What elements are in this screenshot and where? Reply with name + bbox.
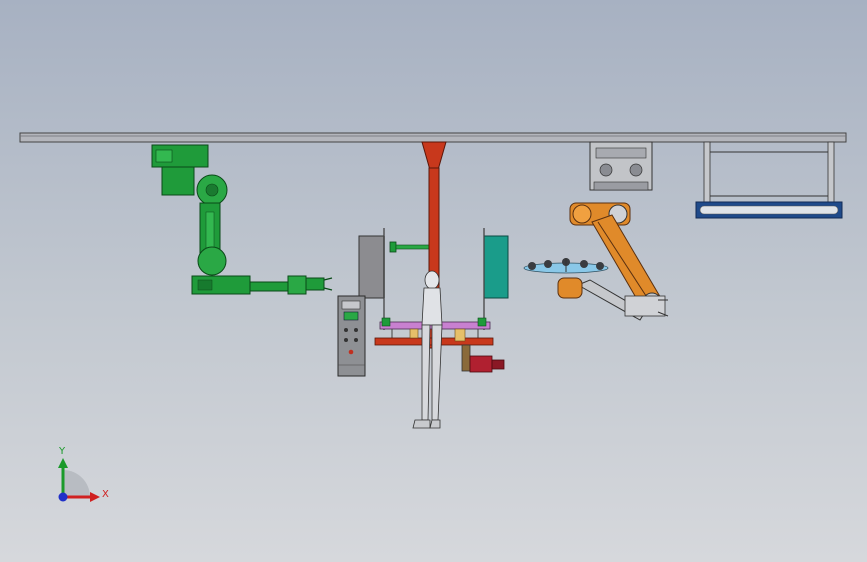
y-axis-label: Y	[58, 446, 66, 457]
roller-stand[interactable]	[695, 141, 843, 219]
vacuum-gripper-plate[interactable]	[523, 258, 609, 274]
x-axis-label: X	[102, 489, 109, 500]
green-robot-arm[interactable]	[151, 144, 333, 295]
drive-motor[interactable]	[461, 344, 505, 373]
z-axis-origin	[58, 492, 68, 502]
coordinate-triad[interactable]: Y X	[58, 446, 109, 502]
assembly-scene: Y X	[19, 132, 847, 502]
beam-mounted-base[interactable]	[589, 141, 653, 191]
green-sensor-rod[interactable]	[389, 241, 431, 253]
gantry-beam[interactable]	[19, 132, 847, 143]
cad-viewport[interactable]: Y X	[0, 0, 867, 562]
left-vertical-panel[interactable]	[358, 235, 385, 299]
cabinet-screen	[343, 311, 359, 321]
control-cabinet[interactable]	[337, 295, 366, 377]
x-axis-arrowhead	[90, 492, 100, 502]
teal-panel[interactable]	[383, 228, 509, 330]
orange-robot-arm[interactable]	[557, 202, 669, 321]
triad-plane-quadrant	[63, 470, 90, 497]
human-figure[interactable]	[412, 270, 443, 429]
y-axis-arrowhead	[58, 458, 68, 468]
